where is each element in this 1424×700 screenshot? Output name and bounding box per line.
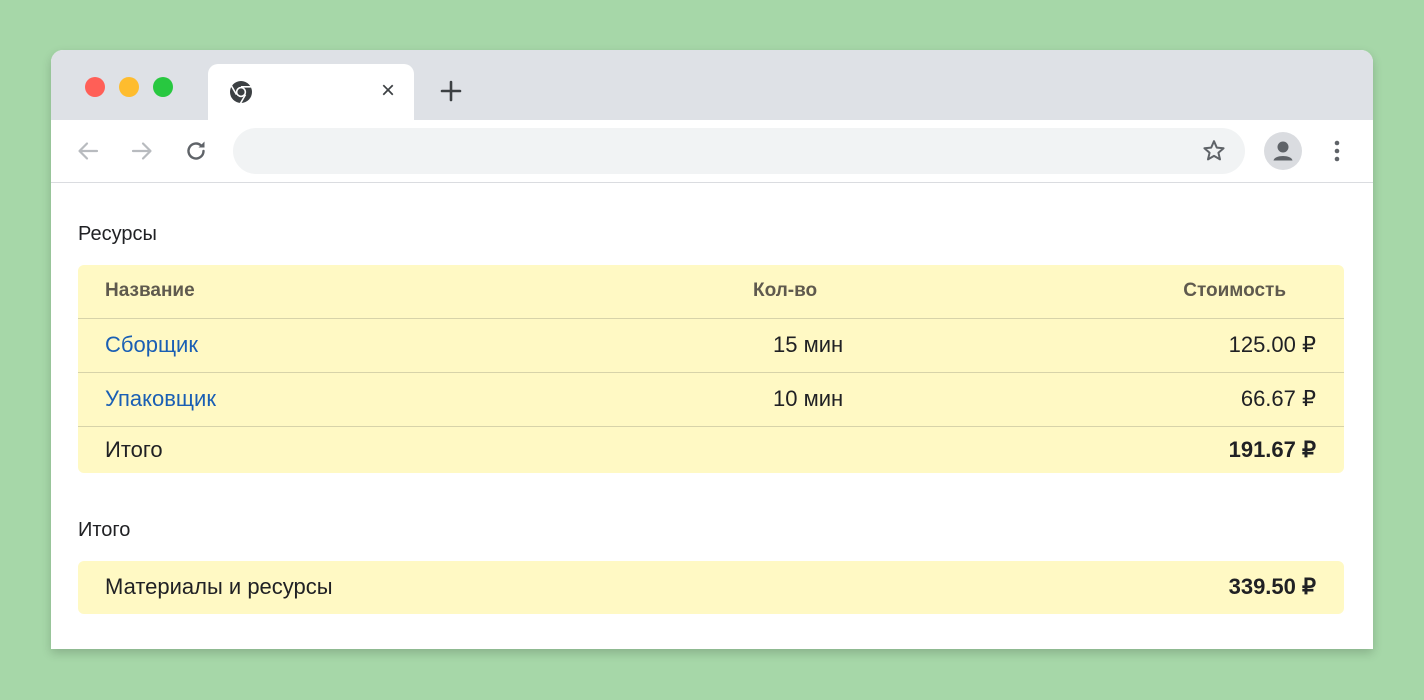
browser-toolbar	[51, 120, 1373, 183]
chrome-icon	[228, 79, 254, 105]
table-row: Сборщик 15 мин 125.00 ₽	[78, 319, 1344, 373]
total-cost: 191.67 ₽	[1228, 437, 1316, 462]
browser-window: × Ресурсы Название Кол-во Стоимость Сбор…	[51, 50, 1373, 649]
address-bar[interactable]	[233, 128, 1245, 176]
resource-qty: 10 мин	[773, 386, 844, 411]
column-header-cost: Стоимость	[1183, 280, 1286, 301]
arrow-left-icon[interactable]	[75, 138, 101, 164]
resource-cost: 125.00 ₽	[1228, 332, 1316, 357]
total-label: Итого	[105, 437, 163, 462]
arrow-right-icon[interactable]	[129, 138, 155, 164]
kebab-menu-icon[interactable]	[1325, 138, 1349, 164]
table-total-row: Итого 191.67 ₽	[78, 427, 1344, 473]
star-icon[interactable]	[1201, 138, 1227, 164]
summary-label: Материалы и ресурсы	[105, 574, 333, 599]
resources-table: Название Кол-во Стоимость Сборщик 15 мин…	[78, 265, 1344, 473]
resource-qty: 15 мин	[773, 332, 844, 357]
window-close-button[interactable]	[85, 77, 105, 97]
resource-cost: 66.67 ₽	[1240, 386, 1316, 411]
summary-row: Материалы и ресурсы 339.50 ₽	[78, 561, 1344, 614]
browser-tab[interactable]: ×	[208, 64, 414, 120]
resources-section-title: Ресурсы	[78, 223, 157, 245]
user-icon[interactable]	[1264, 132, 1302, 170]
totals-section-title: Итого	[78, 519, 131, 541]
window-minimize-button[interactable]	[119, 77, 139, 97]
column-header-name: Название	[105, 280, 195, 301]
summary-value: 339.50 ₽	[1228, 574, 1316, 599]
reload-icon[interactable]	[183, 138, 209, 164]
address-input[interactable]	[253, 128, 1177, 176]
page-content: Ресурсы Название Кол-во Стоимость Сборщи…	[51, 183, 1373, 649]
resource-name-link[interactable]: Сборщик	[105, 332, 198, 358]
window-maximize-button[interactable]	[153, 77, 173, 97]
close-icon[interactable]: ×	[376, 79, 400, 103]
column-header-qty: Кол-во	[753, 280, 818, 301]
plus-icon[interactable]	[437, 77, 465, 105]
tab-strip: ×	[51, 50, 1373, 120]
table-row: Упаковщик 10 мин 66.67 ₽	[78, 373, 1344, 427]
resource-name-link[interactable]: Упаковщик	[105, 386, 216, 412]
table-header: Название Кол-во Стоимость	[78, 265, 1344, 319]
